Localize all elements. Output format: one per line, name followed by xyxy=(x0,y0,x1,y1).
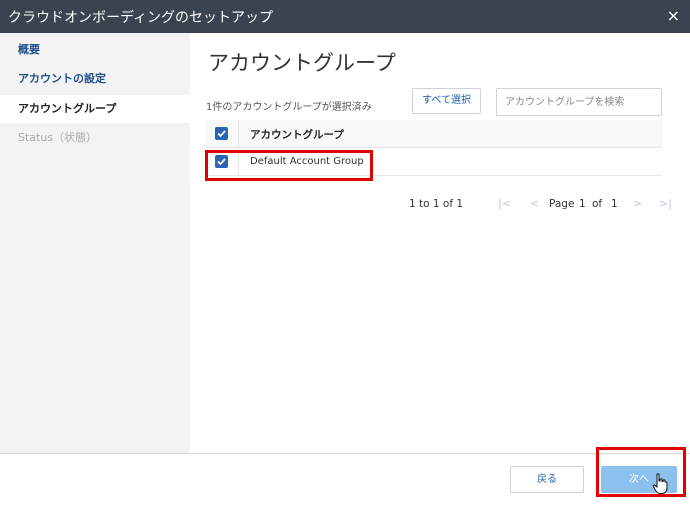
pager-of-label: of xyxy=(592,198,603,210)
select-all-checkbox[interactable] xyxy=(215,127,228,140)
table-header: アカウントグループ xyxy=(206,120,662,148)
pager-range: 1 to 1 of 1 xyxy=(409,198,464,210)
page-title: アカウントグループ xyxy=(208,51,396,75)
next-page-icon[interactable]: > xyxy=(633,197,642,210)
first-page-icon[interactable]: |< xyxy=(498,197,511,210)
selected-count-text: 1件のアカウントグループが選択済み xyxy=(206,102,372,113)
title-bar: クラウドオンボーディングのセットアップ × xyxy=(0,0,690,33)
last-page-icon[interactable]: >| xyxy=(659,197,672,210)
window-title: クラウドオンボーディングのセットアップ xyxy=(8,10,274,26)
select-all-button[interactable]: すべて選択 xyxy=(412,88,481,114)
sidebar-item-status: Status（状態） xyxy=(18,131,98,144)
prev-page-icon[interactable]: < xyxy=(530,197,539,210)
column-divider xyxy=(238,120,239,148)
pager-total-pages: 1 xyxy=(611,198,618,210)
sidebar-item-account-groups[interactable]: アカウントグループ xyxy=(0,95,190,123)
pager-current-page: 1 xyxy=(579,198,586,210)
highlight-box-next xyxy=(596,447,686,497)
main-panel: アカウントグループ 1件のアカウントグループが選択済み すべて選択 アカウントグ… xyxy=(190,33,690,453)
hand-cursor-icon xyxy=(652,473,668,494)
sidebar-item-account-settings[interactable]: アカウントの設定 xyxy=(0,65,190,93)
column-header-account-group[interactable]: アカウントグループ xyxy=(250,127,344,142)
sidebar: 概要 アカウントの設定 アカウントグループ Status（状態） xyxy=(0,33,190,453)
pagination: 1 to 1 of 1 |< < Page 1 of 1 > >| xyxy=(190,196,690,214)
check-icon xyxy=(217,130,226,138)
sidebar-item-overview[interactable]: 概要 xyxy=(0,36,190,64)
search-input[interactable] xyxy=(496,88,662,116)
back-button[interactable]: 戻る xyxy=(510,466,584,493)
close-icon[interactable]: × xyxy=(667,8,680,24)
pager-page-label: Page xyxy=(549,198,575,210)
highlight-box-row xyxy=(205,150,373,181)
footer: 戻る 次へ xyxy=(0,453,690,506)
